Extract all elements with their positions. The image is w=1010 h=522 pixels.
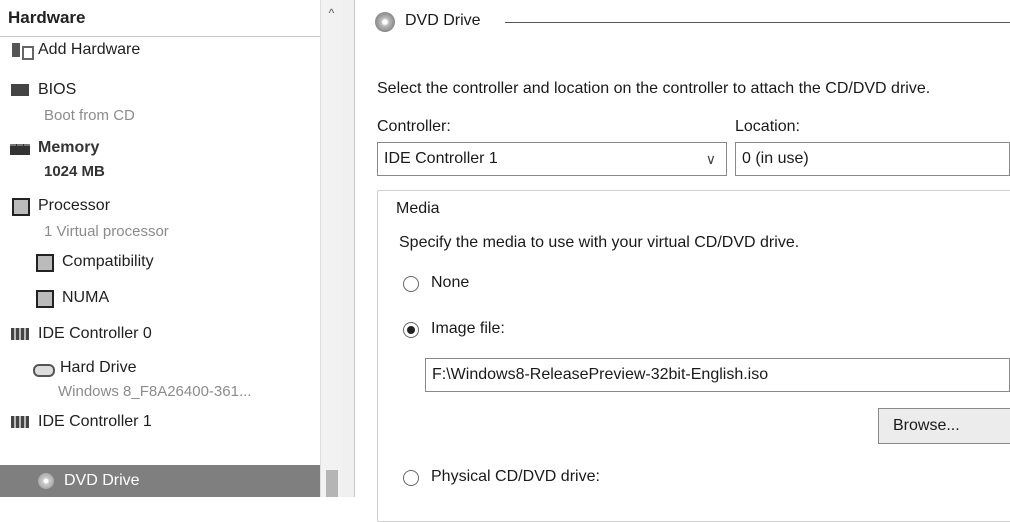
tree-item-numa[interactable]: NUMA [34, 286, 109, 310]
browse-button[interactable]: Browse... [878, 408, 1010, 444]
physical-drive-radio[interactable] [403, 470, 419, 486]
image-file-path-value: F:\Windows8-ReleasePreview-32bit-English… [432, 366, 769, 383]
image-file-radio[interactable] [403, 322, 419, 338]
tree-item-label: BIOS [38, 81, 77, 98]
tree-item-hard-drive[interactable]: Hard Drive [32, 356, 136, 380]
pane-splitter[interactable] [342, 0, 355, 497]
processor-icon [34, 253, 56, 272]
tree-item-bios[interactable]: BIOS [10, 78, 76, 102]
tree-item-label: Processor [38, 197, 111, 214]
image-file-path-input[interactable]: F:\Windows8-ReleasePreview-32bit-English… [425, 358, 1010, 392]
memory-icon [10, 139, 32, 157]
location-select-value: 0 (in use) [742, 150, 809, 167]
hardware-tree-pane: Hardware Add Hardware BIOS Boot from CD … [0, 0, 343, 497]
bios-icon [10, 81, 32, 99]
controller-select[interactable]: IDE Controller 1 ∨ [377, 142, 727, 176]
tree-item-sub: 1 Virtual processor [44, 223, 169, 240]
hard-drive-icon [32, 359, 55, 377]
ide-controller-icon [10, 413, 32, 431]
tree-item-sub: 1024 MB [44, 163, 105, 180]
physical-drive-radio-label[interactable]: Physical CD/DVD drive: [431, 468, 600, 486]
tree-item-ide-controller-0[interactable]: IDE Controller 0 [10, 322, 152, 346]
tree-item-add-hardware[interactable]: Add Hardware [10, 38, 140, 62]
dvd-drive-icon [36, 472, 58, 490]
tree-item-label: Memory [38, 139, 100, 156]
tree-item-processor[interactable]: Processor [10, 194, 110, 218]
hardware-header: Hardware [0, 0, 320, 37]
section-title: DVD Drive [405, 12, 481, 29]
dvd-drive-icon [375, 12, 395, 32]
tree-item-label: Hard Drive [60, 359, 137, 376]
chevron-down-icon: ∨ [705, 151, 716, 167]
none-radio-label[interactable]: None [431, 274, 469, 292]
tree-item-ide-controller-1[interactable]: IDE Controller 1 [10, 410, 152, 434]
tree-item-sub: Boot from CD [44, 107, 135, 124]
tree-item-dvd-drive-selected[interactable]: DVD Drive [0, 465, 320, 497]
section-divider [505, 22, 1010, 23]
none-radio[interactable] [403, 276, 419, 292]
add-hardware-icon [10, 41, 34, 60]
tree-item-label: DVD Drive [64, 472, 140, 489]
media-description: Specify the media to use with your virtu… [399, 234, 800, 251]
scrollbar-thumb[interactable] [326, 470, 338, 497]
location-select[interactable]: 0 (in use) [735, 142, 1010, 176]
controller-description: Select the controller and location on th… [377, 80, 931, 97]
processor-icon [34, 289, 56, 308]
tree-item-memory[interactable]: Memory [10, 136, 99, 160]
tree-item-label: IDE Controller 1 [38, 413, 152, 430]
dvd-drive-settings-pane: DVD Drive Select the controller and loca… [355, 0, 1010, 522]
tree-item-sub: Windows 8_F8A26400-361... [58, 383, 252, 400]
tree-item-label: NUMA [62, 289, 110, 306]
tree-item-dvd-drive[interactable]: DVD Drive [36, 469, 140, 493]
tree-item-label: Add Hardware [38, 41, 141, 58]
tree-item-label: IDE Controller 0 [38, 325, 152, 342]
tree-item-compatibility[interactable]: Compatibility [34, 250, 154, 274]
hardware-header-label: Hardware [8, 8, 86, 27]
processor-icon [10, 197, 32, 216]
scroll-up-arrow-icon[interactable]: ^ [324, 6, 339, 21]
controller-select-value: IDE Controller 1 [384, 150, 498, 167]
image-file-radio-label[interactable]: Image file: [431, 320, 505, 338]
tree-item-label: Compatibility [62, 253, 154, 270]
ide-controller-icon [10, 325, 32, 343]
location-label: Location: [735, 118, 800, 135]
media-group-title: Media [393, 200, 443, 218]
controller-label: Controller: [377, 118, 451, 135]
tree-scrollbar[interactable]: ^ [320, 0, 343, 497]
